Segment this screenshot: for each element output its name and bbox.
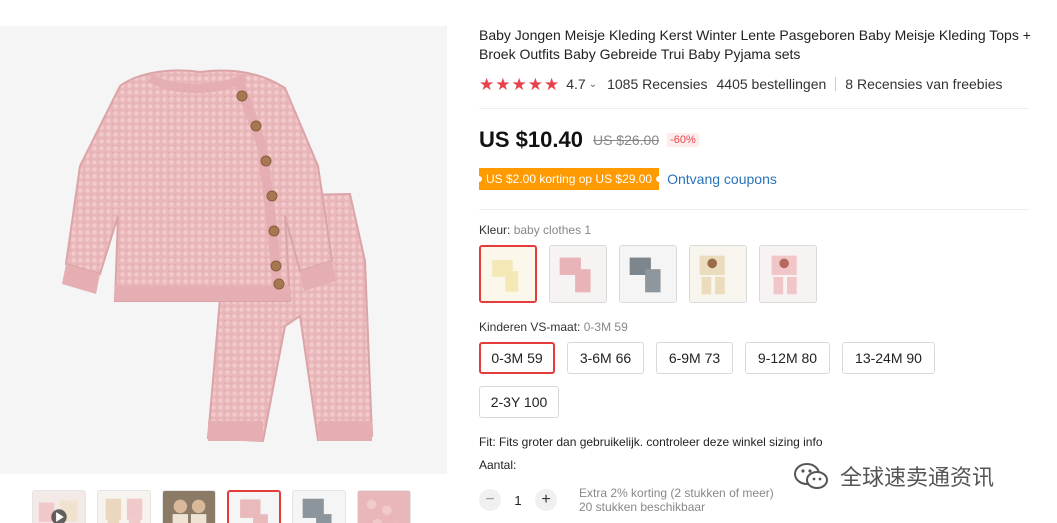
star-icon: ★ [544, 74, 560, 94]
size-option-9-12m[interactable]: 9-12M 80 [745, 342, 830, 374]
product-main-image[interactable] [0, 26, 447, 474]
size-option-6-9m[interactable]: 6-9M 73 [656, 342, 733, 374]
size-selected-value: 0-3M 59 [583, 320, 628, 334]
coupon-badge[interactable]: US $2.00 korting op US $29.00 [475, 168, 663, 190]
video-thumbnail-icon [33, 491, 85, 523]
thumbnail-beige-set[interactable] [97, 490, 151, 523]
pink-knit-set-icon [550, 246, 606, 302]
knit-detail-thumbnail [358, 491, 410, 523]
thumbnail-photo[interactable] [162, 490, 216, 523]
size-label-row: Kinderen VS-maat: 0-3M 59 [479, 320, 628, 334]
size-label: Kinderen VS-maat: [479, 320, 581, 334]
thumbnail-grey-set[interactable] [292, 490, 346, 523]
cream-knit-set-icon [481, 247, 535, 301]
rating-row: ★ ★ ★ ★ ★ 4.7 ⌄ 1085 Recensies 4405 best… [479, 75, 1002, 93]
fit-info[interactable]: Fit: Fits groter dan gebruikelijk. contr… [479, 435, 823, 449]
star-icon: ★ [495, 74, 511, 94]
quantity-info: Extra 2% korting (2 stukken of meer) 20 … [579, 486, 774, 514]
kids-photo-thumbnail [163, 491, 215, 523]
color-swatch-pink-print[interactable] [759, 245, 817, 303]
pink-print-set-icon [760, 246, 816, 302]
product-title: Baby Jongen Meisje Kleding Kerst Winter … [479, 27, 1031, 62]
price-row: US $10.40 US $26.00 -60% [479, 127, 699, 153]
pink-set-thumbnail [229, 492, 279, 523]
freebie-reviews-link[interactable]: 8 Recensies van freebies [845, 76, 1002, 92]
wechat-icon [794, 463, 828, 489]
thumbnail-video[interactable] [32, 490, 86, 523]
orders-count: 4405 bestellingen [716, 76, 827, 92]
size-option-2-3y[interactable]: 2-3Y 100 [479, 386, 559, 418]
color-label-row: Kleur: baby clothes 1 [479, 223, 591, 237]
pink-knit-set-image [62, 69, 374, 443]
increase-quantity-button[interactable]: + [535, 489, 557, 511]
coupon-row: US $2.00 korting op US $29.00 Ontvang co… [475, 168, 777, 190]
watermark: 全球速卖通资讯 [792, 460, 994, 492]
color-swatch-cream[interactable] [479, 245, 537, 303]
thumbnail-pink-set-selected[interactable] [227, 490, 281, 523]
color-selected-value: baby clothes 1 [513, 223, 592, 237]
star-icon: ★ [527, 74, 543, 94]
color-swatch-beige[interactable] [689, 245, 747, 303]
color-label: Kleur: [479, 223, 511, 237]
color-swatches [479, 245, 817, 303]
watermark-text: 全球速卖通资讯 [840, 465, 995, 490]
get-coupons-link[interactable]: Ontvang coupons [667, 171, 777, 187]
discount-badge: -60% [667, 133, 699, 147]
color-swatch-grey[interactable] [619, 245, 677, 303]
beige-set-thumbnail [98, 491, 150, 523]
size-option-0-3m[interactable]: 0-3M 59 [479, 342, 555, 374]
quantity-label: Aantal: [479, 458, 517, 472]
divider [835, 77, 837, 91]
grey-knit-set-icon [620, 246, 676, 302]
star-icon: ★ [511, 74, 527, 94]
quantity-stepper: − 1 + Extra 2% korting (2 stukken of mee… [479, 486, 774, 514]
grey-set-thumbnail [293, 491, 345, 523]
rating-value[interactable]: 4.7 [566, 76, 585, 92]
reviews-link[interactable]: 1085 Recensies [607, 76, 707, 92]
decrease-quantity-button[interactable]: − [479, 489, 501, 511]
divider [479, 108, 1029, 109]
beige-print-set-icon [690, 246, 746, 302]
quantity-input[interactable]: 1 [501, 493, 535, 508]
chevron-down-icon[interactable]: ⌄ [589, 79, 597, 90]
original-price: US $26.00 [592, 132, 660, 148]
divider [479, 209, 1029, 210]
thumbnail-knit-detail[interactable] [357, 490, 411, 523]
size-option-13-24m[interactable]: 13-24M 90 [842, 342, 935, 374]
stock-available-text: 20 stukken beschikbaar [579, 500, 706, 514]
star-icon: ★ [479, 74, 495, 94]
bulk-discount-text: Extra 2% korting (2 stukken of meer) [579, 486, 774, 500]
current-price: US $10.40 [479, 127, 583, 152]
star-rating[interactable]: ★ ★ ★ ★ ★ [479, 76, 559, 93]
color-swatch-pink[interactable] [549, 245, 607, 303]
size-option-3-6m[interactable]: 3-6M 66 [567, 342, 644, 374]
